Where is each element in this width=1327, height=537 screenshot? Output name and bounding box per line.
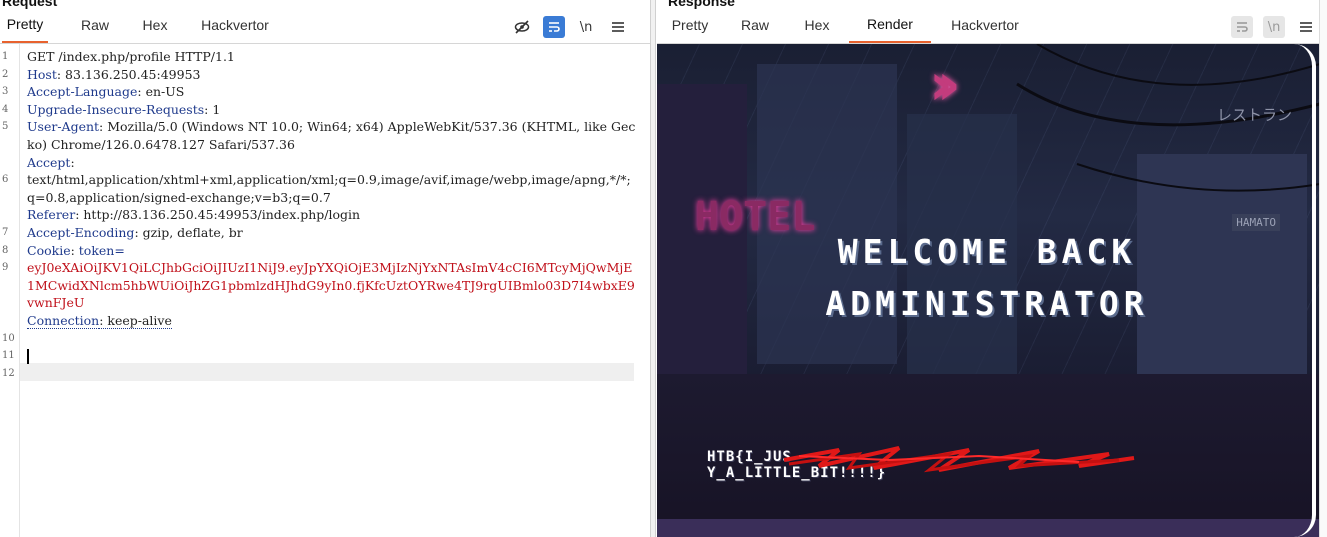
line-number: 3 xyxy=(2,86,9,98)
request-line-text: GET /index.php/profile HTTP/1.1 xyxy=(27,49,235,64)
response-tab-raw[interactable]: Raw xyxy=(735,13,775,43)
line-number-gutter: 1 2 3 4 5 6 7 8 9 10 11 12 xyxy=(0,48,18,382)
welcome-heading: WELCOME BACK ADMINISTRATOR xyxy=(797,226,1177,330)
header-line-accept-cont: text/html,application/xhtml+xml,applicat… xyxy=(27,171,637,206)
restaurant-sign: レストラン xyxy=(1216,106,1292,124)
request-panel-title: Request xyxy=(2,0,58,9)
menu-icon[interactable] xyxy=(607,16,629,38)
hotel-neon-sign: HOTEL xyxy=(695,194,815,444)
header-line-cookie: Cookie: token= xyxy=(27,242,637,260)
header-value: : 1 xyxy=(204,101,221,117)
header-line-accept: Accept: xyxy=(27,154,637,172)
response-panel-title: Response xyxy=(668,0,735,9)
header-value: : en-US xyxy=(137,84,185,100)
render-frame-edge xyxy=(1286,44,1316,537)
response-toolbar: \n xyxy=(1231,16,1317,38)
header-key: Accept-Language xyxy=(27,84,138,100)
header-line-host: Host: 83.136.250.45:49953 xyxy=(27,66,637,84)
line-number: 11 xyxy=(2,350,15,362)
line-number: 9 xyxy=(2,262,9,274)
menu-icon[interactable] xyxy=(1295,16,1317,38)
header-value: : Mozilla/5.0 (Windows NT 10.0; Win64; x… xyxy=(27,119,636,152)
welcome-line-1: WELCOME BACK xyxy=(837,232,1137,271)
line-number xyxy=(0,277,18,295)
header-key: Accept xyxy=(27,154,71,170)
current-line-highlight xyxy=(20,363,634,381)
wrap-lines-icon[interactable] xyxy=(543,16,565,38)
response-render-view: ›› HOTEL レストラン HAMATO WELCOME BACK ADMIN… xyxy=(657,44,1320,537)
cookie-token-value: eyJ0eXAiOiJKV1QiLCJhbGciOiJIUzI1NiJ9.eyJ… xyxy=(27,260,635,311)
header-key: Upgrade-Insecure-Requests xyxy=(27,101,205,117)
header-line-upgrade-insecure: Upgrade-Insecure-Requests: 1 xyxy=(27,101,637,119)
line-number: 2 xyxy=(2,68,9,80)
panel-splitter[interactable] xyxy=(650,0,656,537)
header-value: text/html,application/xhtml+xml,applicat… xyxy=(27,172,631,205)
header-key: Cookie xyxy=(27,242,71,258)
hamato-sign: HAMATO xyxy=(1232,214,1280,231)
red-scribble-redaction xyxy=(783,446,1135,473)
line-number xyxy=(0,294,18,312)
header-line-accept-encoding: Accept-Encoding: gzip, deflate, br xyxy=(27,224,637,242)
header-value: : xyxy=(70,242,79,258)
line-number xyxy=(0,154,18,172)
response-tabbar: Pretty Raw Hex Render Hackvertor xyxy=(657,14,1320,44)
eye-off-icon[interactable] xyxy=(511,16,533,38)
request-editor[interactable]: 1 2 3 4 5 6 7 8 9 10 11 12 GET /index.ph… xyxy=(0,44,650,537)
header-key: Referer xyxy=(27,207,76,223)
request-toolbar: \n xyxy=(511,16,629,38)
wrap-lines-icon[interactable] xyxy=(1231,16,1253,38)
header-value: : http://83.136.250.45:49953/index.php/l… xyxy=(75,207,361,223)
cookie-name: token= xyxy=(78,242,125,258)
request-tab-hex[interactable]: Hex xyxy=(138,13,172,43)
empty-line xyxy=(27,330,637,348)
line-number: 1 xyxy=(2,51,9,62)
cursor-line xyxy=(27,347,637,365)
newline-toggle[interactable]: \n xyxy=(575,16,597,38)
line-number xyxy=(0,312,18,330)
header-line-user-agent: User-Agent: Mozilla/5.0 (Windows NT 10.0… xyxy=(27,118,637,153)
line-number xyxy=(0,206,18,224)
response-tab-hex[interactable]: Hex xyxy=(800,13,834,43)
line-number: 4 xyxy=(2,103,9,115)
request-line: GET /index.php/profile HTTP/1.1 xyxy=(27,48,637,66)
gutter-divider xyxy=(19,44,20,537)
header-key: Host xyxy=(27,66,57,82)
header-key: Accept-Encoding xyxy=(27,224,135,240)
header-key: User-Agent xyxy=(27,119,100,135)
line-number: 7 xyxy=(2,226,9,238)
line-number xyxy=(0,189,18,207)
welcome-line-2: ADMINISTRATOR xyxy=(825,284,1149,323)
neon-chevron-sign: ›› xyxy=(929,50,961,118)
header-value: : 83.136.250.45:49953 xyxy=(56,66,201,82)
newline-toggle[interactable]: \n xyxy=(1263,16,1285,38)
request-tab-raw[interactable]: Raw xyxy=(75,13,115,43)
response-tab-pretty[interactable]: Pretty xyxy=(667,13,713,43)
line-number: 8 xyxy=(2,244,9,256)
line-number: 5 xyxy=(2,121,9,133)
header-line-connection: Connection: keep-alive xyxy=(27,312,637,330)
response-tab-render[interactable]: Render xyxy=(849,13,931,43)
header-value: : keep-alive xyxy=(99,312,172,329)
text-caret xyxy=(27,349,29,365)
header-value: : xyxy=(70,154,75,170)
header-line-referer: Referer: http://83.136.250.45:49953/inde… xyxy=(27,206,637,224)
request-tab-hackvertor[interactable]: Hackvertor xyxy=(195,13,275,43)
header-key: Connection xyxy=(27,312,100,329)
line-number: 12 xyxy=(2,367,15,379)
line-number xyxy=(0,136,18,154)
request-code: GET /index.php/profile HTTP/1.1 Host: 83… xyxy=(27,48,637,365)
right-scroll-handle[interactable] xyxy=(1319,0,1327,537)
header-value: : gzip, deflate, br xyxy=(134,224,243,240)
line-number: 10 xyxy=(2,332,15,344)
request-tab-pretty[interactable]: Pretty xyxy=(2,13,48,43)
header-line-accept-language: Accept-Language: en-US xyxy=(27,83,637,101)
response-tab-hackvertor[interactable]: Hackvertor xyxy=(945,13,1025,43)
line-number: 6 xyxy=(2,174,9,186)
